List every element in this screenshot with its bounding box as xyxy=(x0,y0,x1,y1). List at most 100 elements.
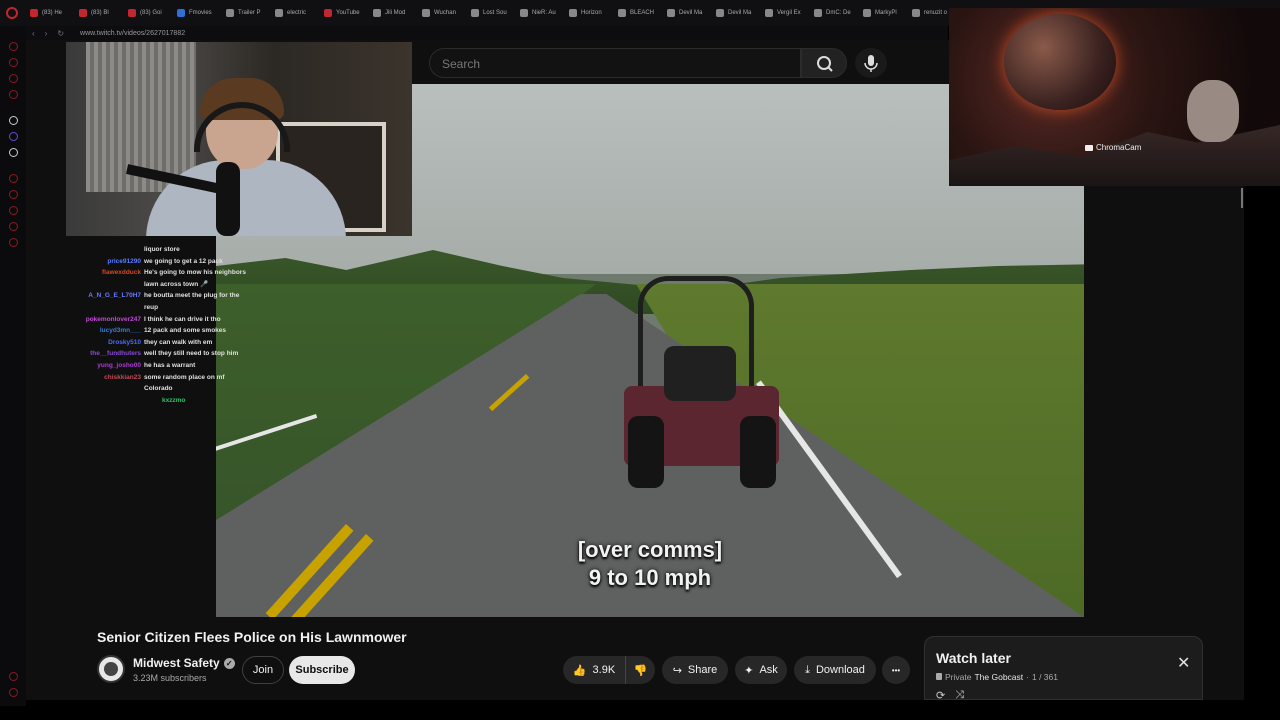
channel-name[interactable]: Midwest Safety ✓ xyxy=(133,656,235,670)
sidebar-icon[interactable] xyxy=(9,58,18,67)
subscribe-button[interactable]: Subscribe xyxy=(289,656,355,684)
browser-tab[interactable]: DmC: De xyxy=(814,4,861,22)
chat-message: lawn across town 🎤 xyxy=(66,279,266,291)
download-button[interactable]: ⤓ Download xyxy=(794,656,876,684)
sidebar-icon[interactable] xyxy=(9,42,18,51)
sidebar-icon[interactable] xyxy=(9,672,18,681)
tab-label: BLEACH xyxy=(630,10,655,16)
chat-username[interactable] xyxy=(66,279,144,291)
join-button[interactable]: Join xyxy=(242,656,284,684)
chat-message: chiskkian23 some random place on mf xyxy=(66,372,266,384)
browser-tab[interactable]: Wuchan xyxy=(422,4,469,22)
chat-username[interactable]: A_N_G_E_L70H7 xyxy=(66,290,144,302)
chat-username[interactable]: chiskkian23 xyxy=(66,372,144,384)
chat-username[interactable]: the__fundhuters xyxy=(66,348,144,360)
sidebar-icon[interactable] xyxy=(9,222,18,231)
forward-icon[interactable]: › xyxy=(45,29,48,38)
sidebar-icon[interactable] xyxy=(9,688,18,697)
chat-username[interactable] xyxy=(66,383,144,395)
tab-label: Horizon xyxy=(581,10,602,16)
sidebar-icon[interactable] xyxy=(9,190,18,199)
browser-tab[interactable]: Horizon xyxy=(569,4,616,22)
microphone-icon xyxy=(864,55,878,72)
browser-tab[interactable]: Jili Mod xyxy=(373,4,420,22)
browser-tab[interactable]: YouTube xyxy=(324,4,371,22)
tab-label: renuzit o xyxy=(924,10,948,16)
voice-search-button[interactable] xyxy=(855,48,887,78)
sidebar-icon[interactable] xyxy=(9,206,18,215)
browser-tab[interactable]: MarkyPl xyxy=(863,4,910,22)
chat-username[interactable]: Drosky510 xyxy=(66,337,144,349)
tab-favicon-icon xyxy=(324,9,332,17)
like-count: 3.9K xyxy=(592,664,616,676)
ask-button[interactable]: ✦ Ask xyxy=(735,656,787,684)
tab-favicon-icon xyxy=(814,9,822,17)
chat-username[interactable]: price91290 xyxy=(66,256,144,268)
chat-username[interactable] xyxy=(66,302,144,314)
url-field[interactable]: www.twitch.tv/videos/2627017882 xyxy=(80,30,185,37)
browser-tab[interactable]: BLEACH xyxy=(618,4,665,22)
chat-username[interactable] xyxy=(66,395,144,407)
playlist-channel[interactable]: The Gobcast xyxy=(974,672,1023,682)
chat-text: reup xyxy=(144,303,159,311)
chat-username[interactable] xyxy=(66,244,144,256)
caption-line: 9 to 10 mph xyxy=(588,565,712,590)
like-button[interactable]: 👍 3.9K xyxy=(563,656,625,684)
tab-favicon-icon xyxy=(128,9,136,17)
address-bar: ‹ › ↻ www.twitch.tv/videos/2627017882 xyxy=(26,26,948,40)
playlist-title[interactable]: Watch later xyxy=(936,650,1011,666)
reload-icon[interactable]: ↻ xyxy=(57,29,64,38)
scrollbar-thumb[interactable] xyxy=(1241,188,1243,208)
sidebar-icon[interactable] xyxy=(9,116,18,125)
tab-favicon-icon xyxy=(667,9,675,17)
browser-tab[interactable]: Devil Ma xyxy=(716,4,763,22)
sidebar-icon[interactable] xyxy=(9,174,18,183)
browser-tab[interactable]: (83) He xyxy=(30,4,77,22)
dislike-button[interactable]: 👎 xyxy=(625,656,655,684)
back-icon[interactable]: ‹ xyxy=(32,29,35,38)
sidebar-icon[interactable] xyxy=(9,74,18,83)
tab-label: electric xyxy=(287,10,307,16)
chat-username[interactable]: pokemonlover247 xyxy=(66,314,144,326)
tab-favicon-icon xyxy=(471,9,479,17)
chat-text: they can walk with em xyxy=(144,338,213,346)
tab-favicon-icon xyxy=(569,9,577,17)
browser-sidebar xyxy=(0,26,26,706)
sidebar-icon[interactable] xyxy=(9,238,18,247)
browser-tab[interactable]: (83) Bl xyxy=(79,4,126,22)
close-icon[interactable]: ✕ xyxy=(1177,653,1190,673)
browser-tab[interactable]: NieR: Au xyxy=(520,4,567,22)
tab-strip: (83) He (83) Bl (83) Goi Fmovies Trailer P el… xyxy=(30,4,959,22)
tab-favicon-icon xyxy=(520,9,528,17)
chat-message: Colorado xyxy=(66,383,266,395)
browser-tab[interactable]: Vergil Ex xyxy=(765,4,812,22)
chat-text: some random place on mf xyxy=(144,373,225,381)
browser-tab[interactable]: Devil Ma xyxy=(667,4,714,22)
browser-tab[interactable]: Trailer P xyxy=(226,4,273,22)
browser-tab[interactable]: Fmovies xyxy=(177,4,224,22)
chat-username[interactable]: yung_josho00 xyxy=(66,360,144,372)
video-title: Senior Citizen Flees Police on His Lawnm… xyxy=(97,629,407,645)
tab-label: DmC: De xyxy=(826,10,851,16)
more-actions-button[interactable]: ••• xyxy=(882,656,910,684)
browser-tab[interactable]: Lost Sou xyxy=(471,4,518,22)
browser-tab[interactable]: (83) Goi xyxy=(128,4,175,22)
opera-logo-icon[interactable] xyxy=(6,7,18,19)
chat-text: He's going to mow his neighbors xyxy=(144,269,246,277)
search-input[interactable]: Search xyxy=(429,48,801,78)
channel-avatar[interactable] xyxy=(97,655,125,683)
tab-favicon-icon xyxy=(863,9,871,17)
browser-tab[interactable]: electric xyxy=(275,4,322,22)
share-button[interactable]: ↪ Share xyxy=(662,656,728,684)
search-button[interactable] xyxy=(801,48,847,78)
sidebar-icon[interactable] xyxy=(9,90,18,99)
lock-icon xyxy=(936,673,942,680)
chat-message: lucyd3mn___ 12 pack and some smokes xyxy=(66,325,266,337)
loop-icon[interactable]: ⟳ xyxy=(936,689,945,702)
sidebar-icon[interactable] xyxy=(9,132,18,141)
watch-later-panel: Watch later Private The Gobcast · 1 / 36… xyxy=(924,636,1203,702)
sidebar-icon[interactable] xyxy=(9,148,18,157)
chat-username[interactable]: flawexdduck xyxy=(66,267,144,279)
chat-username[interactable]: lucyd3mn___ xyxy=(66,325,144,337)
shuffle-icon[interactable]: ⤨ xyxy=(955,689,964,702)
